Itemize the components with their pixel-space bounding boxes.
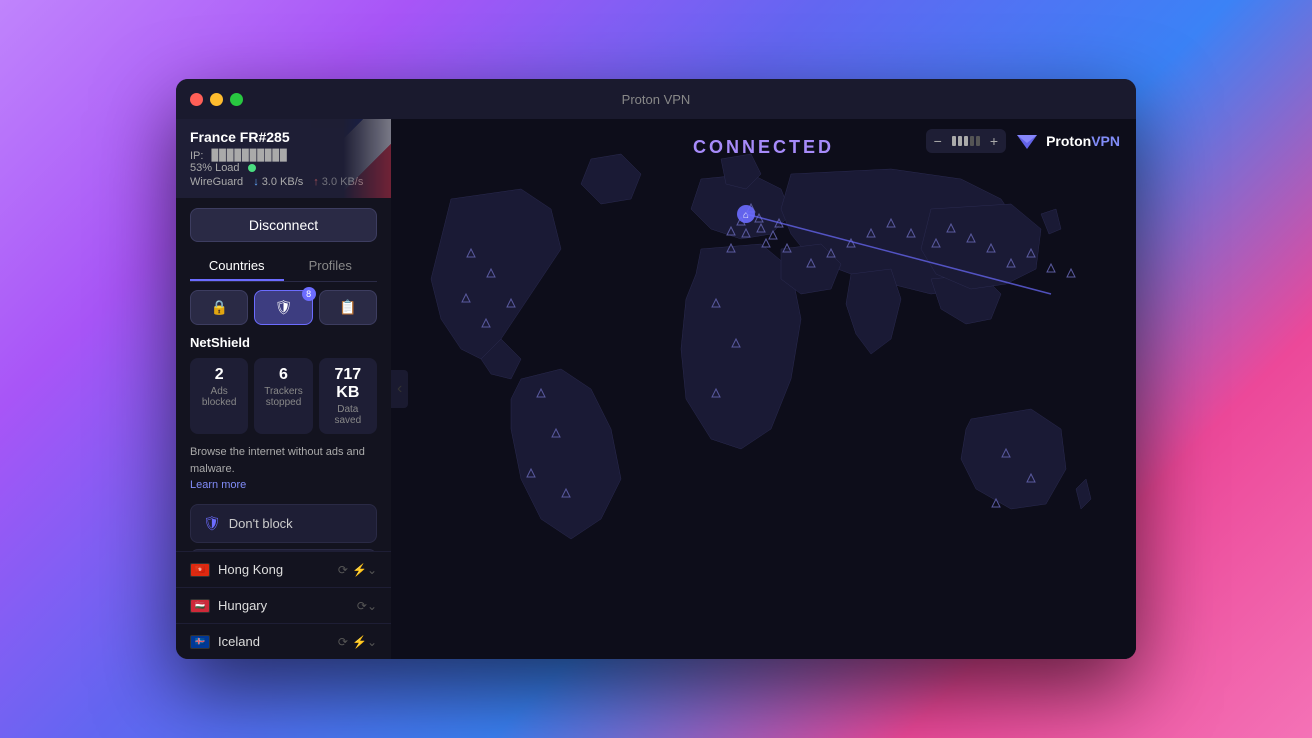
chevron-down-icon: ⌄ [367,635,377,649]
svg-text:⌂: ⌂ [743,210,749,221]
zoom-in-button[interactable]: + [986,131,1002,151]
dont-block-option[interactable]: 🛡 Don't block [190,504,377,543]
shield-icon: 🛡 [275,299,293,316]
lock-icon-button[interactable]: 🔒 [190,290,248,325]
server-flag [311,119,391,198]
vpn-text: VPN [1091,133,1120,149]
zoom-bar [948,136,984,146]
trackers-stopped-stat: 6 Trackersstopped [254,358,312,434]
proton-logo: ProtonVPN [1014,129,1120,155]
download-arrow-icon: ↓ [253,176,259,188]
hongkong-name: Hong Kong [218,562,338,577]
disconnect-button[interactable]: Disconnect [190,208,377,242]
shield-badge: 8 [302,287,316,301]
shield-icon-button[interactable]: 🛡 8 [254,290,312,325]
ip-label: IP: [190,150,203,162]
zoom-controls: − + [926,129,1006,153]
chevron-down-icon: ⌄ [367,599,377,613]
stats-row: 2 Adsblocked 6 Trackersstopped 717 KB Da… [190,358,377,434]
lock-icon: 🔒 [210,299,227,316]
maximize-button[interactable] [230,93,243,106]
hungary-icons: ⟳ [357,599,367,613]
server-header: France FR#285 IP: ██████████ 53% Load Wi… [176,119,391,198]
dont-block-label: Don't block [229,516,293,531]
zoom-segment-5 [976,136,980,146]
hungary-name: Hungary [218,598,357,613]
titlebar: Proton VPN [176,79,1136,119]
server-icon: ⟳ [338,635,348,649]
zoom-out-button[interactable]: − [930,131,946,151]
traffic-lights [190,93,243,106]
zoom-segment-3 [964,136,968,146]
zoom-segment-1 [952,136,956,146]
load-indicator [248,164,256,172]
netshield-title: NetShield [190,335,377,350]
bolt-icon: ⚡ [352,635,367,649]
ads-blocked-stat: 2 Adsblocked [190,358,248,434]
zoom-segment-2 [958,136,962,146]
country-item-hongkong[interactable]: 🇭🇰 Hong Kong ⟳ ⚡ ⌄ [176,551,391,587]
chevron-down-icon: ⌄ [367,563,377,577]
map-area: ‹ CONNECTED ProtonVPN − [391,119,1136,659]
hungary-flag: 🇭🇺 [190,599,210,613]
ip-masked: ██████████ [211,149,287,162]
trackers-stopped-value: 6 [260,366,306,384]
dont-block-icon: 🛡 [203,515,221,532]
protocol-label: WireGuard [190,176,243,188]
load-label: 53% Load [190,162,240,174]
window-title: Proton VPN [622,92,691,107]
country-item-hungary[interactable]: 🇭🇺 Hungary ⟳ ⌄ [176,587,391,623]
iceland-flag: 🇮🇸 [190,635,210,649]
data-saved-label: Datasaved [325,404,371,426]
netshield-section: NetShield 2 Adsblocked 6 Trackersstopped… [176,335,391,551]
data-saved-stat: 717 KB Datasaved [319,358,377,434]
icon-row: 🔒 🛡 8 📋 [190,290,377,325]
connected-status: CONNECTED [693,137,834,158]
hongkong-icons: ⟳ ⚡ [338,563,367,577]
ads-blocked-value: 2 [196,366,242,384]
data-saved-value: 717 KB [325,366,371,402]
iceland-icons: ⟳ ⚡ [338,635,367,649]
edit-icon-button[interactable]: 📋 [319,290,377,325]
bolt-icon: ⚡ [352,563,367,577]
iceland-name: Iceland [218,634,338,649]
main-content: France FR#285 IP: ██████████ 53% Load Wi… [176,119,1136,659]
download-speed: ↓ 3.0 KB/s [253,176,303,188]
sidebar: France FR#285 IP: ██████████ 53% Load Wi… [176,119,391,659]
server-icon: ⟳ [357,599,367,613]
learn-more-link[interactable]: Learn more [190,479,246,491]
netshield-description: Browse the internet without ads and malw… [190,444,377,494]
tab-profiles[interactable]: Profiles [284,252,378,281]
tab-countries[interactable]: Countries [190,252,284,281]
server-icon: ⟳ [338,563,348,577]
minimize-button[interactable] [210,93,223,106]
app-window: Proton VPN France FR#285 IP: ██████████ … [176,79,1136,659]
scroll-indicator[interactable]: ‹ [391,370,408,408]
tabs: Countries Profiles [190,252,377,282]
hongkong-flag: 🇭🇰 [190,563,210,577]
country-item-iceland[interactable]: 🇮🇸 Iceland ⟳ ⚡ ⌄ [176,623,391,659]
zoom-segment-4 [970,136,974,146]
proton-vpn-icon [1014,129,1040,155]
ads-blocked-label: Adsblocked [196,386,242,408]
close-button[interactable] [190,93,203,106]
world-map: ⌂ [391,119,1136,659]
edit-icon: 📋 [339,299,356,316]
trackers-stopped-label: Trackersstopped [260,386,306,408]
proton-text: Proton [1046,133,1091,149]
proton-logo-text: ProtonVPN [1046,133,1120,151]
download-value: 3.0 KB/s [262,176,304,188]
